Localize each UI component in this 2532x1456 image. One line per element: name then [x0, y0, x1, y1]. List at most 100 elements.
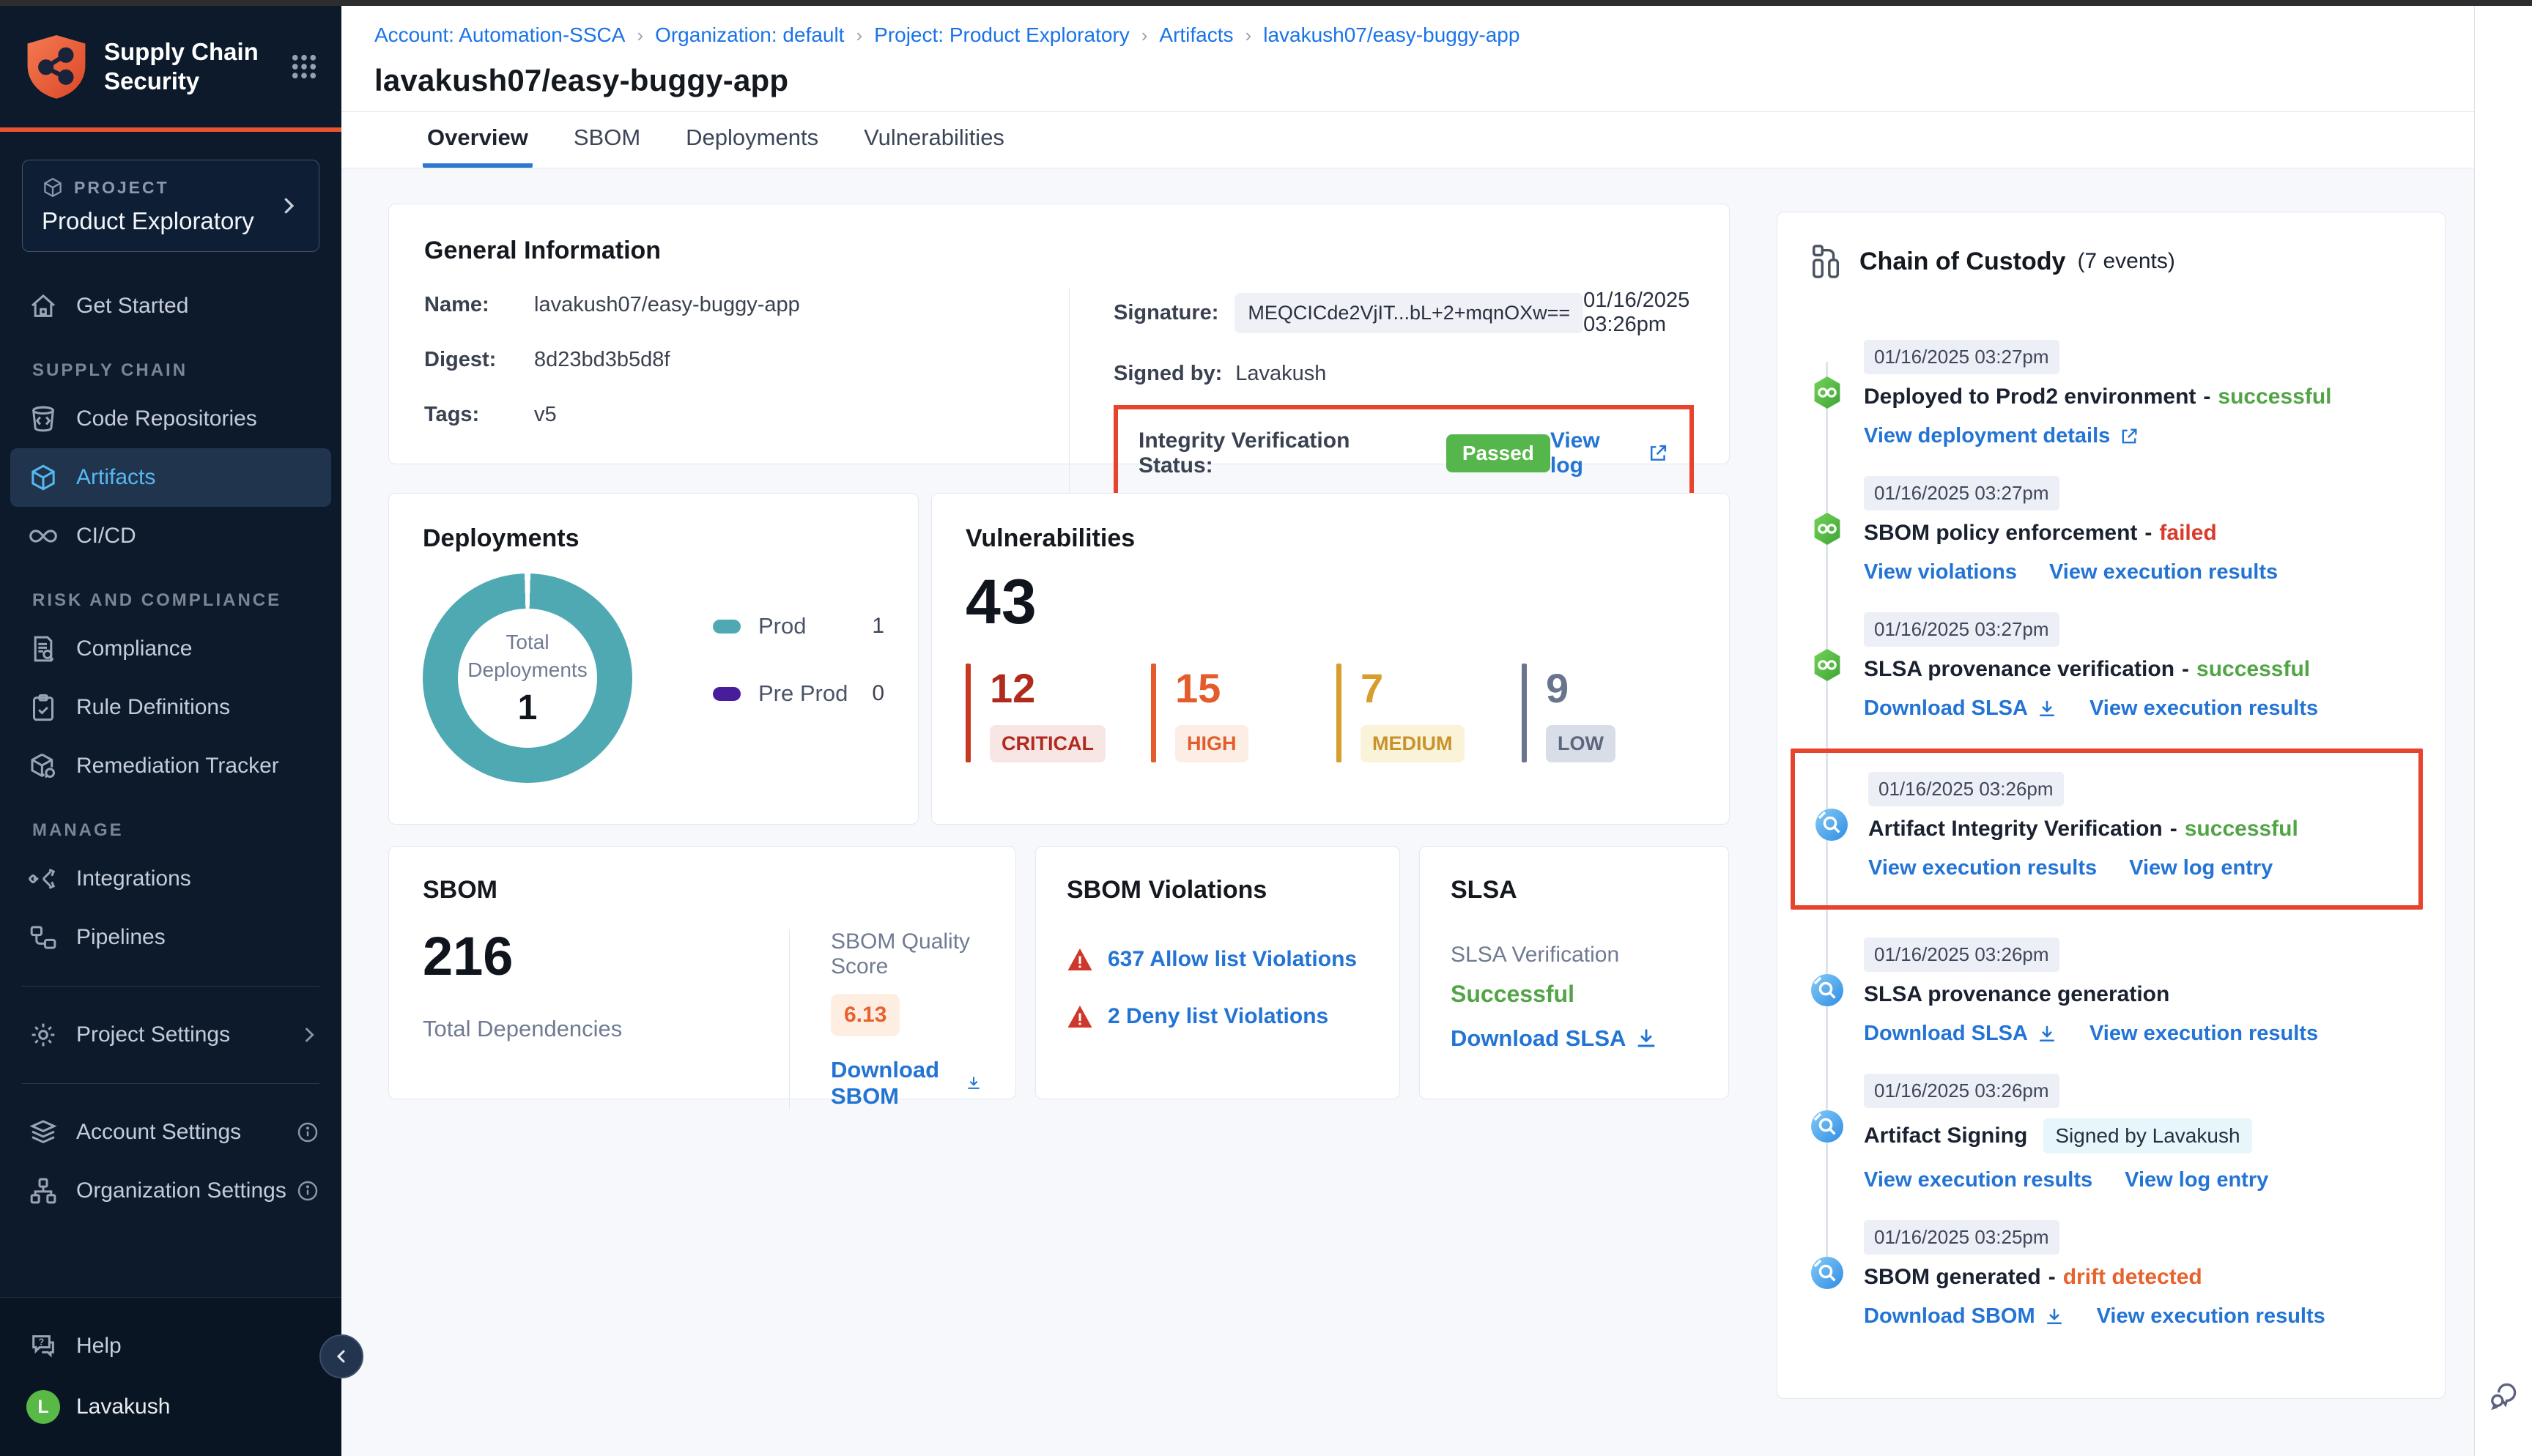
download-slsa-link[interactable]: Download SLSA: [1864, 1022, 2057, 1046]
breadcrumb-separator: ›: [1141, 24, 1148, 47]
download-sbom-link[interactable]: Download SBOM: [1864, 1304, 2065, 1329]
sidebar-item-pipelines[interactable]: Pipelines: [0, 908, 341, 967]
deny-list-violations-link[interactable]: 2 Deny list Violations: [1108, 1004, 1328, 1029]
sidebar-item-rule-definitions[interactable]: Rule Definitions: [0, 678, 341, 737]
tags-value: v5: [534, 403, 557, 427]
view-execution-results-link[interactable]: View execution results: [1868, 856, 2097, 880]
event-status: drift detected: [2063, 1265, 2202, 1290]
signature-value[interactable]: MEQCICde2VjIT...bL+2+mqnOXw==: [1234, 293, 1583, 333]
sidebar-collapse-button[interactable]: [319, 1334, 363, 1378]
sidebar-item-get-started[interactable]: Get Started: [0, 277, 341, 335]
user-menu[interactable]: L Lavakush: [0, 1375, 341, 1434]
chain-of-custody-card: Chain of Custody (7 events) 0: [1777, 212, 2446, 1399]
card-title: SBOM: [423, 876, 982, 905]
card-title: Vulnerabilities: [966, 524, 1695, 553]
sidebar-item-artifacts[interactable]: Artifacts: [10, 448, 331, 507]
event-slsa-provenance-generation: 01/16/2025 03:26pm SLSA provenance gener…: [1810, 937, 2413, 1046]
event-timestamp: 01/16/2025 03:26pm: [1864, 937, 2059, 972]
sidebar-item-integrations[interactable]: Integrations: [0, 850, 341, 908]
event-artifact-integrity-verification: 01/16/2025 03:26pm Artifact Integrity Ve…: [1791, 749, 2423, 910]
card-title: General Information: [424, 237, 1694, 265]
project-selector[interactable]: PROJECT Product Exploratory: [22, 160, 319, 252]
view-log-entry-link[interactable]: View log entry: [2125, 1168, 2268, 1192]
warning-triangle-icon: [1067, 1004, 1093, 1029]
tab-deployments[interactable]: Deployments: [681, 112, 823, 168]
legend-item-pre-prod: Pre Prod 0: [713, 680, 884, 707]
view-execution-results-link[interactable]: View execution results: [2089, 1022, 2318, 1046]
divider: [22, 986, 319, 987]
prod-swatch: [713, 620, 741, 634]
download-icon: [2044, 1307, 2065, 1327]
signature-row: Signature: MEQCICde2VjIT...bL+2+mqnOXw==…: [1114, 289, 1694, 337]
verification-event-icon: [1810, 1109, 1845, 1144]
view-log-link[interactable]: View log: [1550, 428, 1669, 478]
project-name: Product Exploratory: [42, 207, 254, 235]
download-slsa-link[interactable]: Download SLSA: [1451, 1025, 1698, 1052]
view-violations-link[interactable]: View violations: [1864, 560, 2017, 584]
info-icon[interactable]: [296, 1179, 319, 1203]
view-execution-results-link[interactable]: View execution results: [2049, 560, 2278, 584]
event-artifact-signing: 01/16/2025 03:26pm Artifact Signing Sign…: [1810, 1074, 2413, 1192]
sidebar-item-cicd[interactable]: CI/CD: [0, 507, 341, 565]
sidebar-item-label: Account Settings: [76, 1120, 241, 1145]
card-title: SLSA: [1451, 876, 1698, 905]
sidebar-item-organization-settings[interactable]: Organization Settings: [0, 1162, 341, 1220]
svg-text:?: ?: [39, 1337, 45, 1347]
artifact-digest-row: Digest: 8d23bd3b5d8f: [424, 348, 1069, 372]
event-timestamp: 01/16/2025 03:26pm: [1868, 772, 2064, 806]
pipelines-icon: [26, 923, 60, 952]
view-execution-results-link[interactable]: View execution results: [2097, 1304, 2325, 1329]
breadcrumb-organization[interactable]: Organization: default: [655, 23, 844, 47]
sidebar-item-code-repositories[interactable]: Code Repositories: [0, 390, 341, 448]
digest-label: Digest:: [424, 348, 534, 372]
breadcrumb-artifacts[interactable]: Artifacts: [1159, 23, 1233, 47]
download-icon: [966, 1071, 982, 1095]
download-icon: [1635, 1027, 1658, 1050]
event-deployed-to-prod2: 01/16/2025 03:27pm Deployed to Prod2 env…: [1810, 340, 2413, 448]
tab-sbom[interactable]: SBOM: [569, 112, 645, 168]
severity-low: 9 LOW: [1522, 664, 1707, 762]
signed-by-label: Signed by:: [1114, 362, 1222, 386]
sidebar-item-account-settings[interactable]: Account Settings: [0, 1103, 341, 1162]
gear-icon: [26, 1020, 60, 1050]
clipboard-check-icon: [26, 693, 60, 722]
deployments-card: Deployments Total Deployments 1: [388, 493, 919, 825]
sidebar-item-compliance[interactable]: Compliance: [0, 620, 341, 678]
download-icon: [2037, 1024, 2057, 1044]
tab-vulnerabilities[interactable]: Vulnerabilities: [859, 112, 1009, 168]
app-switcher-grid-icon[interactable]: [289, 51, 319, 82]
sidebar-item-remediation-tracker[interactable]: Remediation Tracker: [0, 737, 341, 795]
artifact-name-row: Name: lavakush07/easy-buggy-app: [424, 293, 1069, 317]
tab-bar: Overview SBOM Deployments Vulnerabilitie…: [341, 112, 2474, 168]
breadcrumb-account[interactable]: Account: Automation-SSCA: [374, 23, 625, 47]
info-icon[interactable]: [296, 1121, 319, 1144]
breadcrumb-artifact-name[interactable]: lavakush07/easy-buggy-app: [1263, 23, 1519, 47]
vulnerabilities-total: 43: [966, 566, 1695, 639]
event-timestamp: 01/16/2025 03:27pm: [1864, 340, 2059, 374]
signed-by-row: Signed by: Lavakush: [1114, 362, 1694, 386]
view-execution-results-link[interactable]: View execution results: [2089, 697, 2318, 721]
tab-overview[interactable]: Overview: [423, 112, 533, 168]
severity-high: 15 HIGH: [1151, 664, 1336, 762]
breadcrumb-separator: ›: [637, 24, 643, 47]
download-slsa-link[interactable]: Download SLSA: [1864, 697, 2057, 721]
sidebar-item-project-settings[interactable]: Project Settings: [0, 1006, 341, 1064]
severity-badge: MEDIUM: [1361, 725, 1465, 762]
download-sbom-link[interactable]: Download SBOM: [831, 1057, 982, 1110]
allow-list-violations-link[interactable]: 637 Allow list Violations: [1108, 947, 1357, 972]
verification-event-icon: [1814, 807, 1849, 842]
signed-by-badge: Signed by Lavakush: [2043, 1118, 2251, 1154]
code-repository-icon: [26, 404, 60, 434]
view-log-entry-link[interactable]: View log entry: [2129, 856, 2273, 880]
breadcrumb-project[interactable]: Project: Product Exploratory: [874, 23, 1130, 47]
view-deployment-details-link[interactable]: View deployment details: [1864, 424, 2139, 448]
event-title: SBOM generated: [1864, 1265, 2041, 1290]
view-execution-results-link[interactable]: View execution results: [1864, 1168, 2092, 1192]
sidebar-item-help[interactable]: ? Help: [0, 1317, 341, 1375]
deny-list-violations-row: 2 Deny list Violations: [1067, 1004, 1369, 1029]
integrity-status-label: Integrity Verification Status:: [1139, 428, 1429, 478]
vulnerabilities-card: Vulnerabilities 43 12 CRITICAL 15: [931, 493, 1730, 825]
support-chat-icon[interactable]: [2487, 1380, 2520, 1412]
supply-chain-security-logo-icon: [25, 32, 88, 101]
sidebar-item-label: Artifacts: [76, 465, 155, 490]
